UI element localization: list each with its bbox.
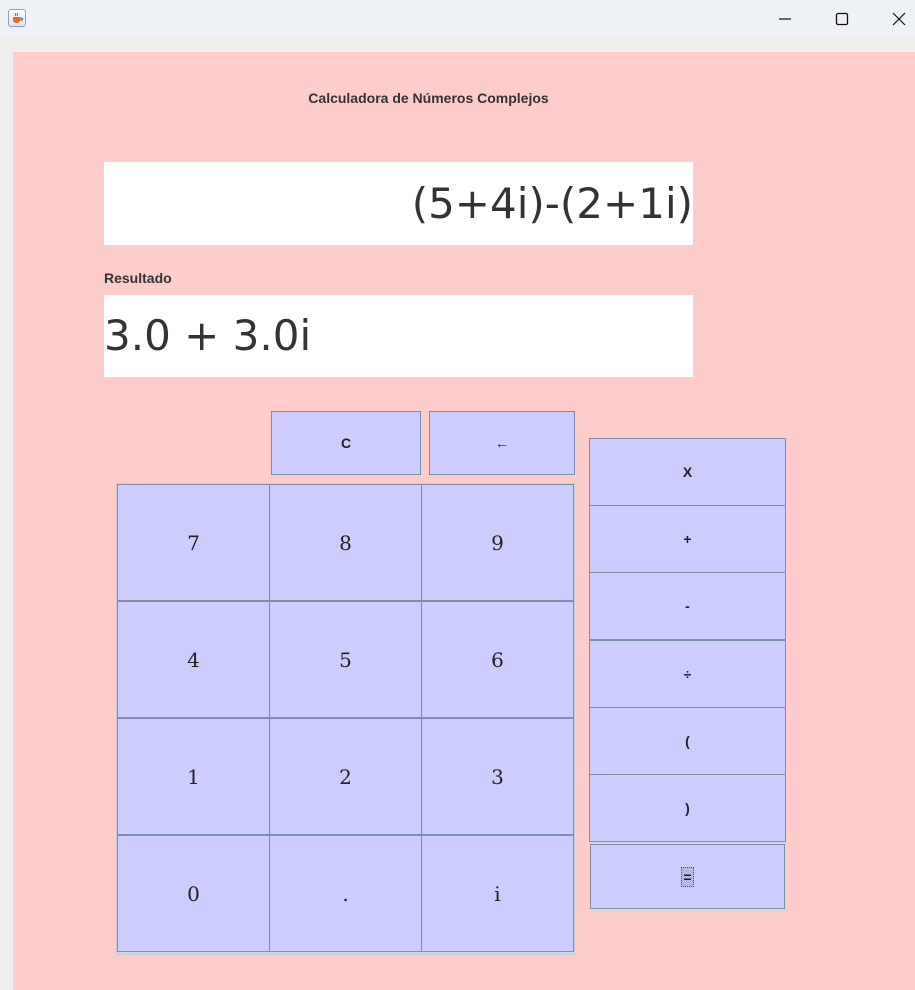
- divide-button[interactable]: ÷: [589, 640, 786, 708]
- key-1[interactable]: 1: [117, 718, 270, 835]
- subtract-button[interactable]: -: [589, 572, 786, 640]
- key-8[interactable]: 8: [269, 484, 422, 601]
- key-5[interactable]: 5: [269, 601, 422, 718]
- app-title: Calculadora de Números Complejos: [308, 90, 549, 106]
- close-button[interactable]: [874, 0, 915, 38]
- open-paren-button[interactable]: (: [589, 707, 786, 775]
- clear-button[interactable]: C: [271, 411, 421, 475]
- maximize-icon: [835, 12, 849, 26]
- key-imaginary[interactable]: i: [421, 835, 574, 952]
- key-3[interactable]: 3: [421, 718, 574, 835]
- expression-display[interactable]: (5+4i)-(2+1i): [104, 162, 693, 245]
- equals-button[interactable]: =: [590, 844, 785, 909]
- result-display[interactable]: 3.0 + 3.0i: [104, 295, 693, 377]
- add-button[interactable]: +: [589, 505, 786, 573]
- multiply-button[interactable]: X: [589, 438, 786, 506]
- result-label: Resultado: [104, 270, 172, 286]
- minimize-icon: [779, 18, 791, 20]
- minimize-button[interactable]: [760, 0, 810, 38]
- java-cup-icon: [8, 9, 26, 27]
- key-4[interactable]: 4: [117, 601, 270, 718]
- key-2[interactable]: 2: [269, 718, 422, 835]
- maximize-button[interactable]: [817, 0, 867, 38]
- key-9[interactable]: 9: [421, 484, 574, 601]
- equals-label: =: [681, 866, 694, 887]
- close-paren-button[interactable]: ): [589, 774, 786, 842]
- key-7[interactable]: 7: [117, 484, 270, 601]
- operator-panel: X + - ÷ ( ) =: [589, 438, 786, 912]
- key-6[interactable]: 6: [421, 601, 574, 718]
- calculator-panel: Calculadora de Números Complejos (5+4i)-…: [13, 52, 915, 990]
- key-decimal[interactable]: .: [269, 835, 422, 952]
- close-icon: [892, 12, 906, 26]
- window-titlebar: [0, 0, 915, 38]
- number-keypad: 7 8 9 4 5 6 1 2 3 0 . i: [116, 483, 575, 955]
- backspace-button[interactable]: ←: [429, 411, 575, 475]
- key-0[interactable]: 0: [117, 835, 270, 952]
